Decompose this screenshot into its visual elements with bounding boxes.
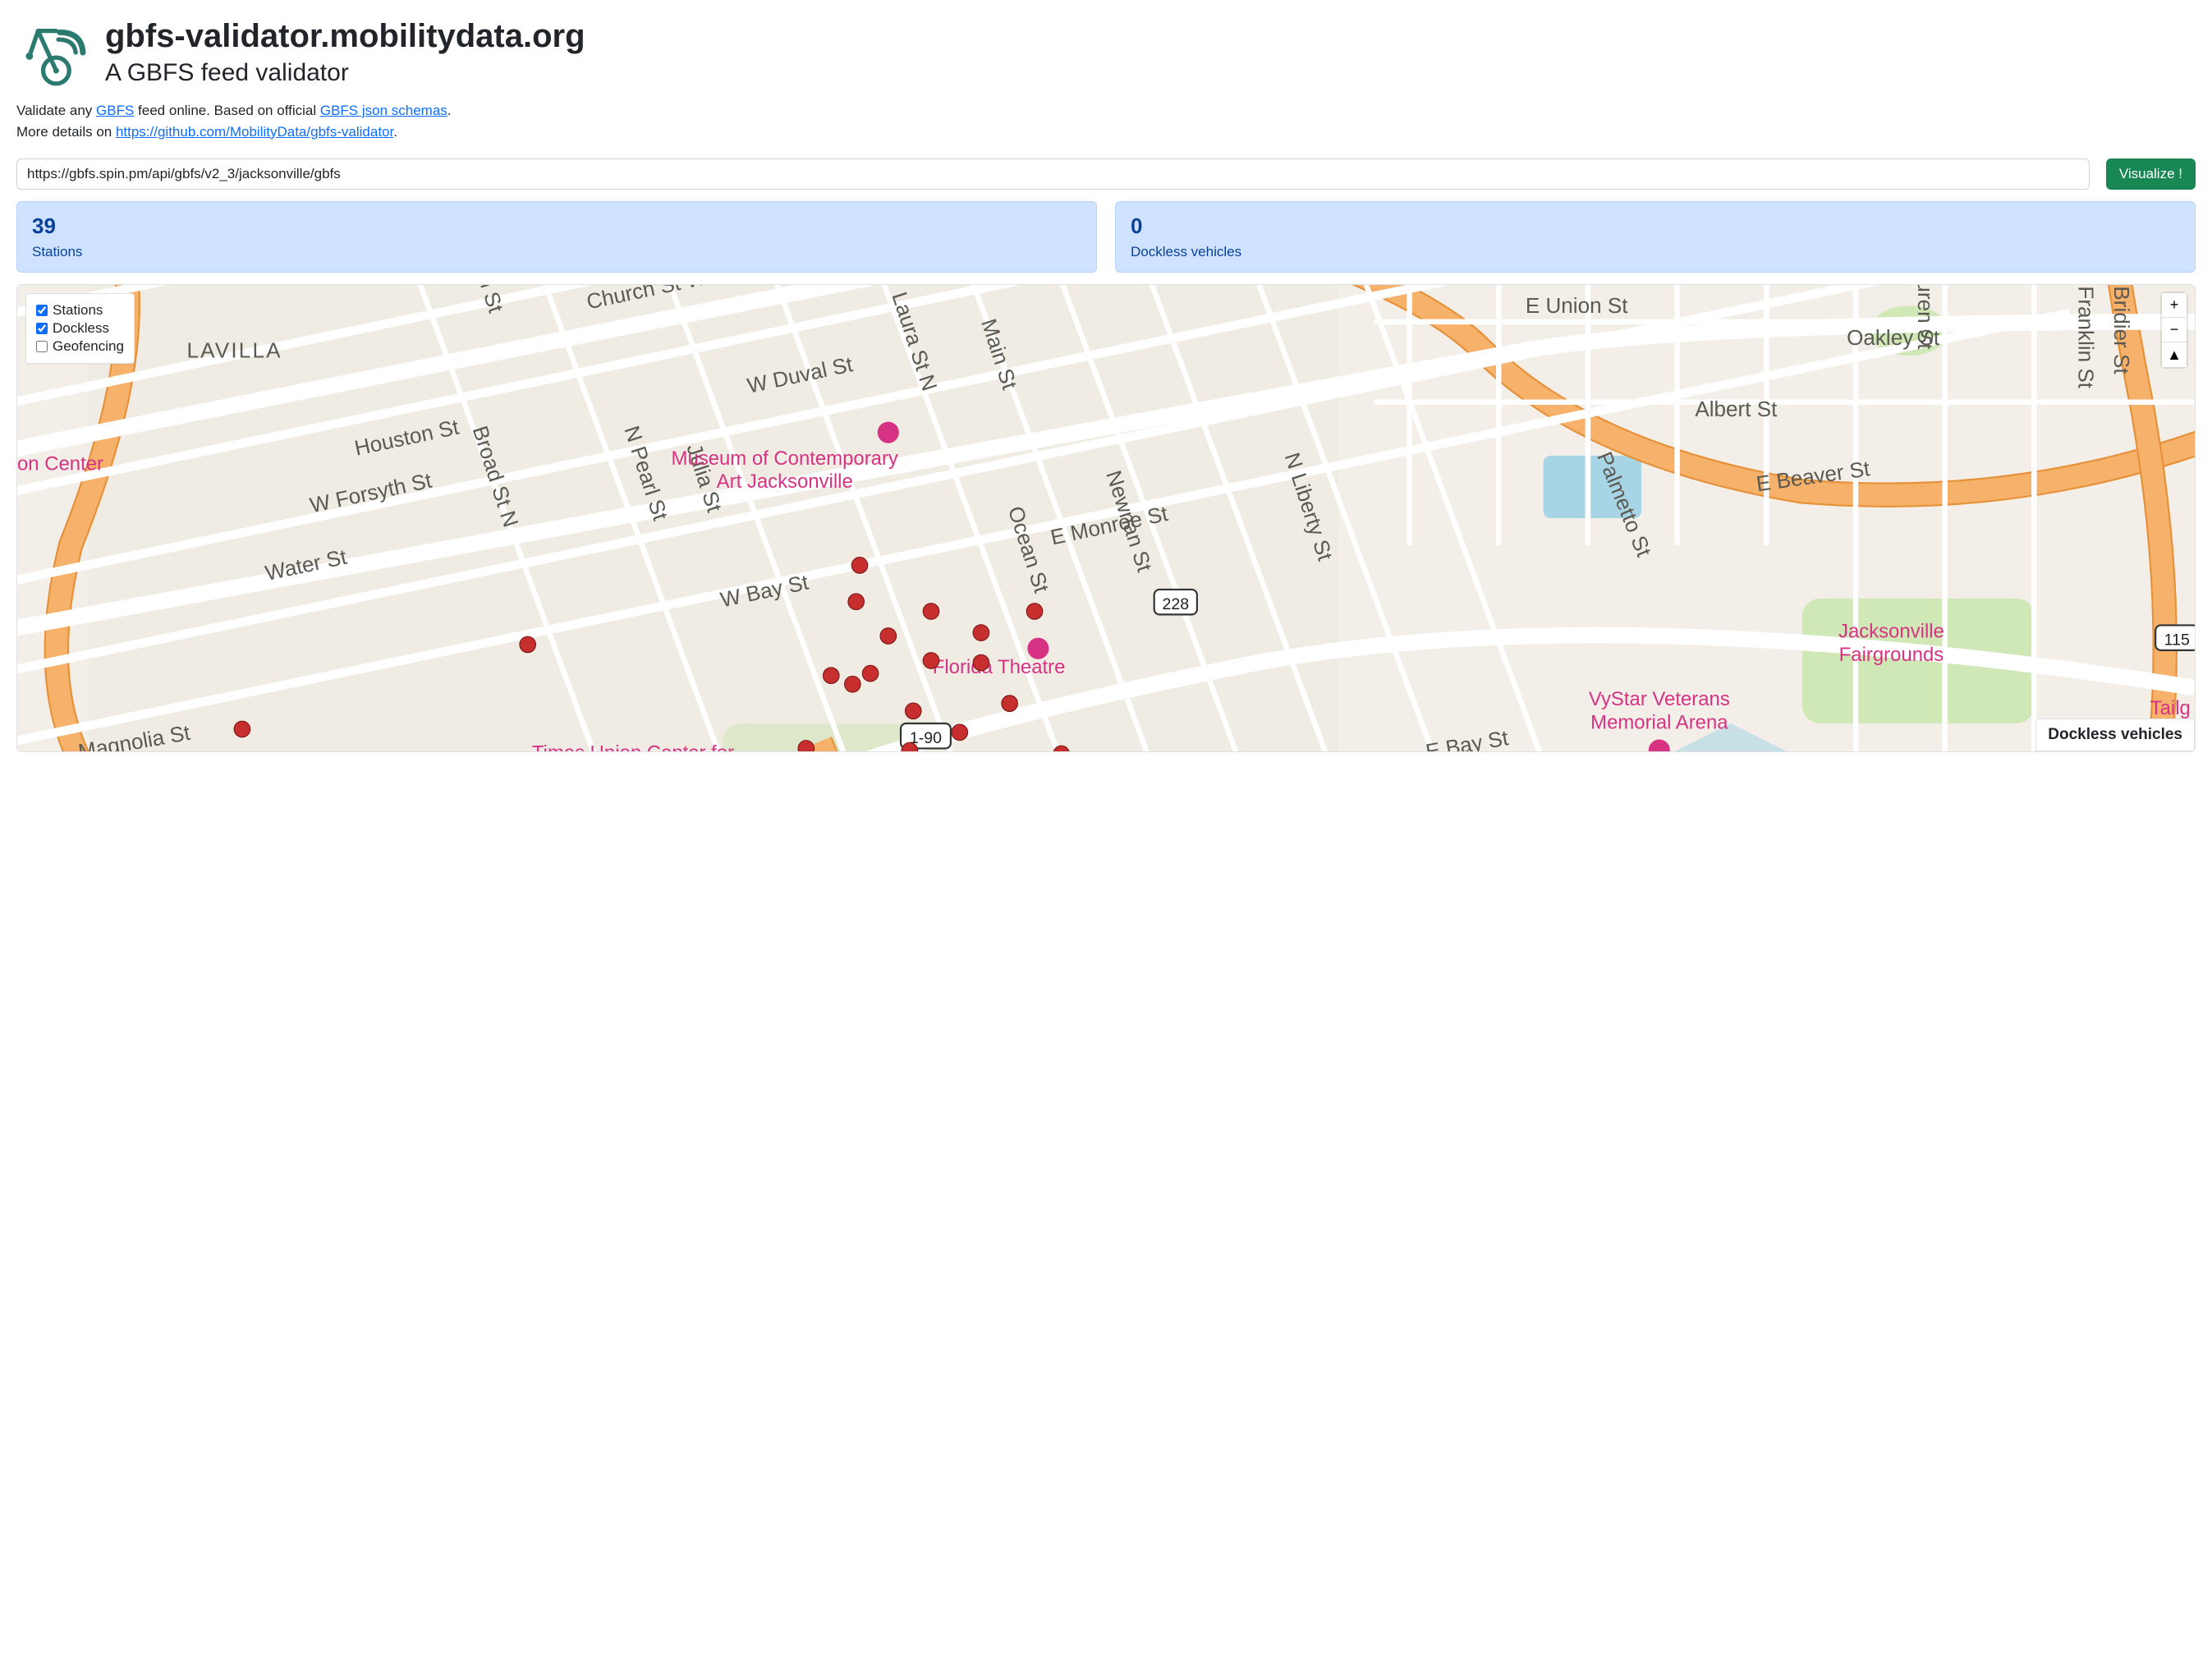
station-marker[interactable] [520, 636, 536, 653]
layer-geofencing[interactable]: Geofencing [36, 338, 124, 355]
stations-count: 39 [32, 213, 1081, 239]
layer-dockless[interactable]: Dockless [36, 320, 124, 337]
svg-text:Museum of Contemporary: Museum of Contemporary [672, 448, 898, 470]
layer-stations[interactable]: Stations [36, 302, 124, 319]
svg-text:Times Union Center for: Times Union Center for [532, 741, 734, 751]
page-title: gbfs-validator.mobilitydata.org [105, 16, 585, 56]
intro-text: Validate any GBFS feed online. Based on … [16, 100, 2196, 142]
station-marker[interactable] [1026, 604, 1043, 620]
svg-text:Van Buren St: Van Buren St [1913, 285, 1938, 350]
layer-panel: Stations Dockless Geofencing [25, 293, 135, 364]
map-canvas[interactable]: 17 17-23 1-17 1 17 228 1-90 115 LAVILLA … [17, 285, 2195, 751]
map-controls: + − ▲ [2162, 293, 2187, 367]
app-logo [16, 16, 89, 89]
station-marker[interactable] [973, 654, 989, 671]
zoom-out-button[interactable]: − [2162, 318, 2187, 342]
dockless-count: 0 [1131, 213, 2180, 239]
stations-card: 39 Stations [16, 201, 1097, 273]
station-marker[interactable] [845, 676, 861, 692]
station-marker[interactable] [923, 653, 939, 669]
svg-text:Albert St: Albert St [1695, 397, 1778, 421]
station-marker[interactable] [1002, 696, 1018, 712]
feed-url-input[interactable] [16, 158, 2090, 190]
svg-text:228: 228 [1162, 595, 1189, 613]
svg-text:Memorial Arena: Memorial Arena [1590, 712, 1728, 734]
stations-checkbox[interactable] [36, 305, 48, 316]
station-marker[interactable] [848, 594, 865, 610]
dockless-card: 0 Dockless vehicles [1115, 201, 2196, 273]
compass-button[interactable]: ▲ [2162, 342, 2187, 367]
station-marker[interactable] [905, 703, 921, 719]
map-legend: Dockless vehicles [2035, 719, 2195, 751]
dockless-checkbox[interactable] [36, 323, 48, 334]
svg-text:LAVILLA: LAVILLA [187, 337, 282, 362]
station-marker[interactable] [880, 628, 897, 645]
svg-text:Tailg: Tailg [2150, 697, 2191, 719]
svg-text:E Union St: E Union St [1526, 293, 1628, 318]
geofencing-checkbox[interactable] [36, 341, 48, 352]
github-link[interactable]: https://github.com/MobilityData/gbfs-val… [116, 124, 393, 140]
station-marker[interactable] [823, 668, 839, 684]
svg-text:Franklin St: Franklin St [2074, 286, 2099, 388]
station-marker[interactable] [851, 558, 868, 574]
station-marker[interactable] [862, 665, 879, 682]
page-subtitle: A GBFS feed validator [105, 59, 585, 87]
station-marker[interactable] [923, 604, 939, 620]
svg-text:115: 115 [2164, 631, 2190, 649]
visualize-button[interactable]: Visualize ! [2106, 158, 2196, 190]
gbfs-link[interactable]: GBFS [96, 103, 134, 118]
svg-text:Fairgrounds: Fairgrounds [1839, 644, 1944, 666]
station-marker[interactable] [973, 625, 989, 641]
station-marker[interactable] [234, 721, 250, 737]
svg-text:on Center: on Center [17, 452, 103, 475]
svg-text:Florida Theatre: Florida Theatre [933, 656, 1066, 678]
station-marker[interactable] [952, 724, 968, 741]
zoom-in-button[interactable]: + [2162, 293, 2187, 318]
svg-text:VyStar Veterans: VyStar Veterans [1589, 688, 1730, 710]
svg-text:Bridier St: Bridier St [2109, 286, 2134, 374]
schemas-link[interactable]: GBFS json schemas [320, 103, 447, 118]
map-container[interactable]: Stations Dockless Geofencing + − ▲ Dockl… [16, 284, 2196, 752]
stations-label: Stations [32, 244, 1081, 260]
svg-text:Art Jacksonville: Art Jacksonville [717, 471, 853, 493]
svg-text:Jacksonville: Jacksonville [1838, 621, 1944, 643]
dockless-label: Dockless vehicles [1131, 244, 2180, 260]
